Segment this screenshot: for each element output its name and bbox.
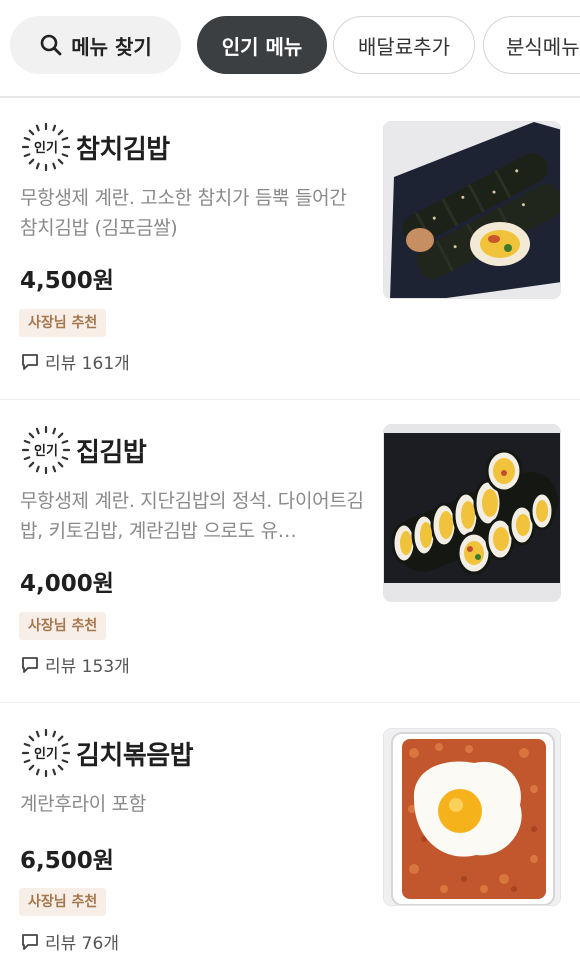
popular-badge-text: 인기 xyxy=(34,443,58,459)
menu-item-name: 참치김밥 xyxy=(76,134,170,165)
menu-item[interactable]: 인기 집김밥 무항생제 계란. 지단김밥의 정석. 다이어트김밥, 키토김밥, … xyxy=(0,402,580,703)
menu-item-title-row: 인기 참치김밥 xyxy=(20,121,170,173)
chat-bubble-icon xyxy=(22,656,38,673)
menu-item[interactable]: 인기 참치김밥 무항생제 계란. 고소한 참치가 듬뿍 들어간 참치김밥 (김포… xyxy=(0,99,580,400)
tuna-kimbap-image xyxy=(384,122,560,298)
menu-item[interactable]: 인기 김치볶음밥 계란후라이 포함 6,500원 사장님 추천 리뷰 76개 xyxy=(0,705,580,961)
popular-menu-chip[interactable]: 인기 메뉴 xyxy=(197,16,327,74)
menu-search-chip[interactable]: 메뉴 찾기 xyxy=(10,16,181,74)
delivery-fee-chip[interactable]: 배달료추가 xyxy=(333,16,475,74)
popular-badge-icon: 인기 xyxy=(21,728,71,778)
menu-search-label: 메뉴 찾기 xyxy=(71,34,152,59)
review-count-text: 리뷰 153개 xyxy=(45,657,130,677)
review-count: 리뷰 161개 xyxy=(21,349,130,374)
search-icon xyxy=(40,34,62,56)
category-chip-bar: 메뉴 찾기 인기 메뉴 배달료추가 분식메뉴 xyxy=(0,0,580,98)
review-count: 리뷰 153개 xyxy=(21,652,130,677)
popular-badge-icon: 인기 xyxy=(21,425,71,475)
menu-item-description: 계란후라이 포함 xyxy=(20,793,147,815)
menu-item-price: 6,500원 xyxy=(20,848,114,874)
chat-bubble-icon xyxy=(22,353,38,370)
owner-recommend-tag: 사장님 추천 xyxy=(19,888,107,916)
menu-item-price: 4,500원 xyxy=(20,268,114,294)
house-kimbap-image xyxy=(384,425,560,601)
menu-item-photo[interactable] xyxy=(383,121,561,299)
menu-item-name: 집김밥 xyxy=(76,437,147,468)
menu-item-photo[interactable] xyxy=(383,728,561,906)
review-count: 리뷰 76개 xyxy=(21,929,119,954)
menu-item-description: 무항생제 계란. 지단김밥의 정석. 다이어트김밥, 키토김밥, 계란김밥 으로… xyxy=(20,490,364,542)
review-count-text: 리뷰 76개 xyxy=(45,934,119,954)
menu-item-price: 4,000원 xyxy=(20,571,114,597)
snack-menu-chip[interactable]: 분식메뉴 xyxy=(483,16,580,74)
kimchi-fried-rice-image xyxy=(384,729,560,905)
menu-item-title-row: 인기 김치볶음밥 xyxy=(20,727,194,779)
popular-badge-text: 인기 xyxy=(34,746,58,762)
review-count-text: 리뷰 161개 xyxy=(45,354,130,374)
owner-recommend-tag: 사장님 추천 xyxy=(19,612,107,640)
popular-badge-text: 인기 xyxy=(34,140,58,156)
owner-recommend-tag: 사장님 추천 xyxy=(19,309,107,337)
popular-badge-icon: 인기 xyxy=(21,122,71,172)
menu-item-title-row: 인기 집김밥 xyxy=(20,424,147,476)
menu-item-name: 김치볶음밥 xyxy=(76,740,194,771)
menu-item-description: 무항생제 계란. 고소한 참치가 듬뿍 들어간 참치김밥 (김포금쌀) xyxy=(20,187,347,239)
chat-bubble-icon xyxy=(22,933,38,950)
menu-item-photo[interactable] xyxy=(383,424,561,602)
